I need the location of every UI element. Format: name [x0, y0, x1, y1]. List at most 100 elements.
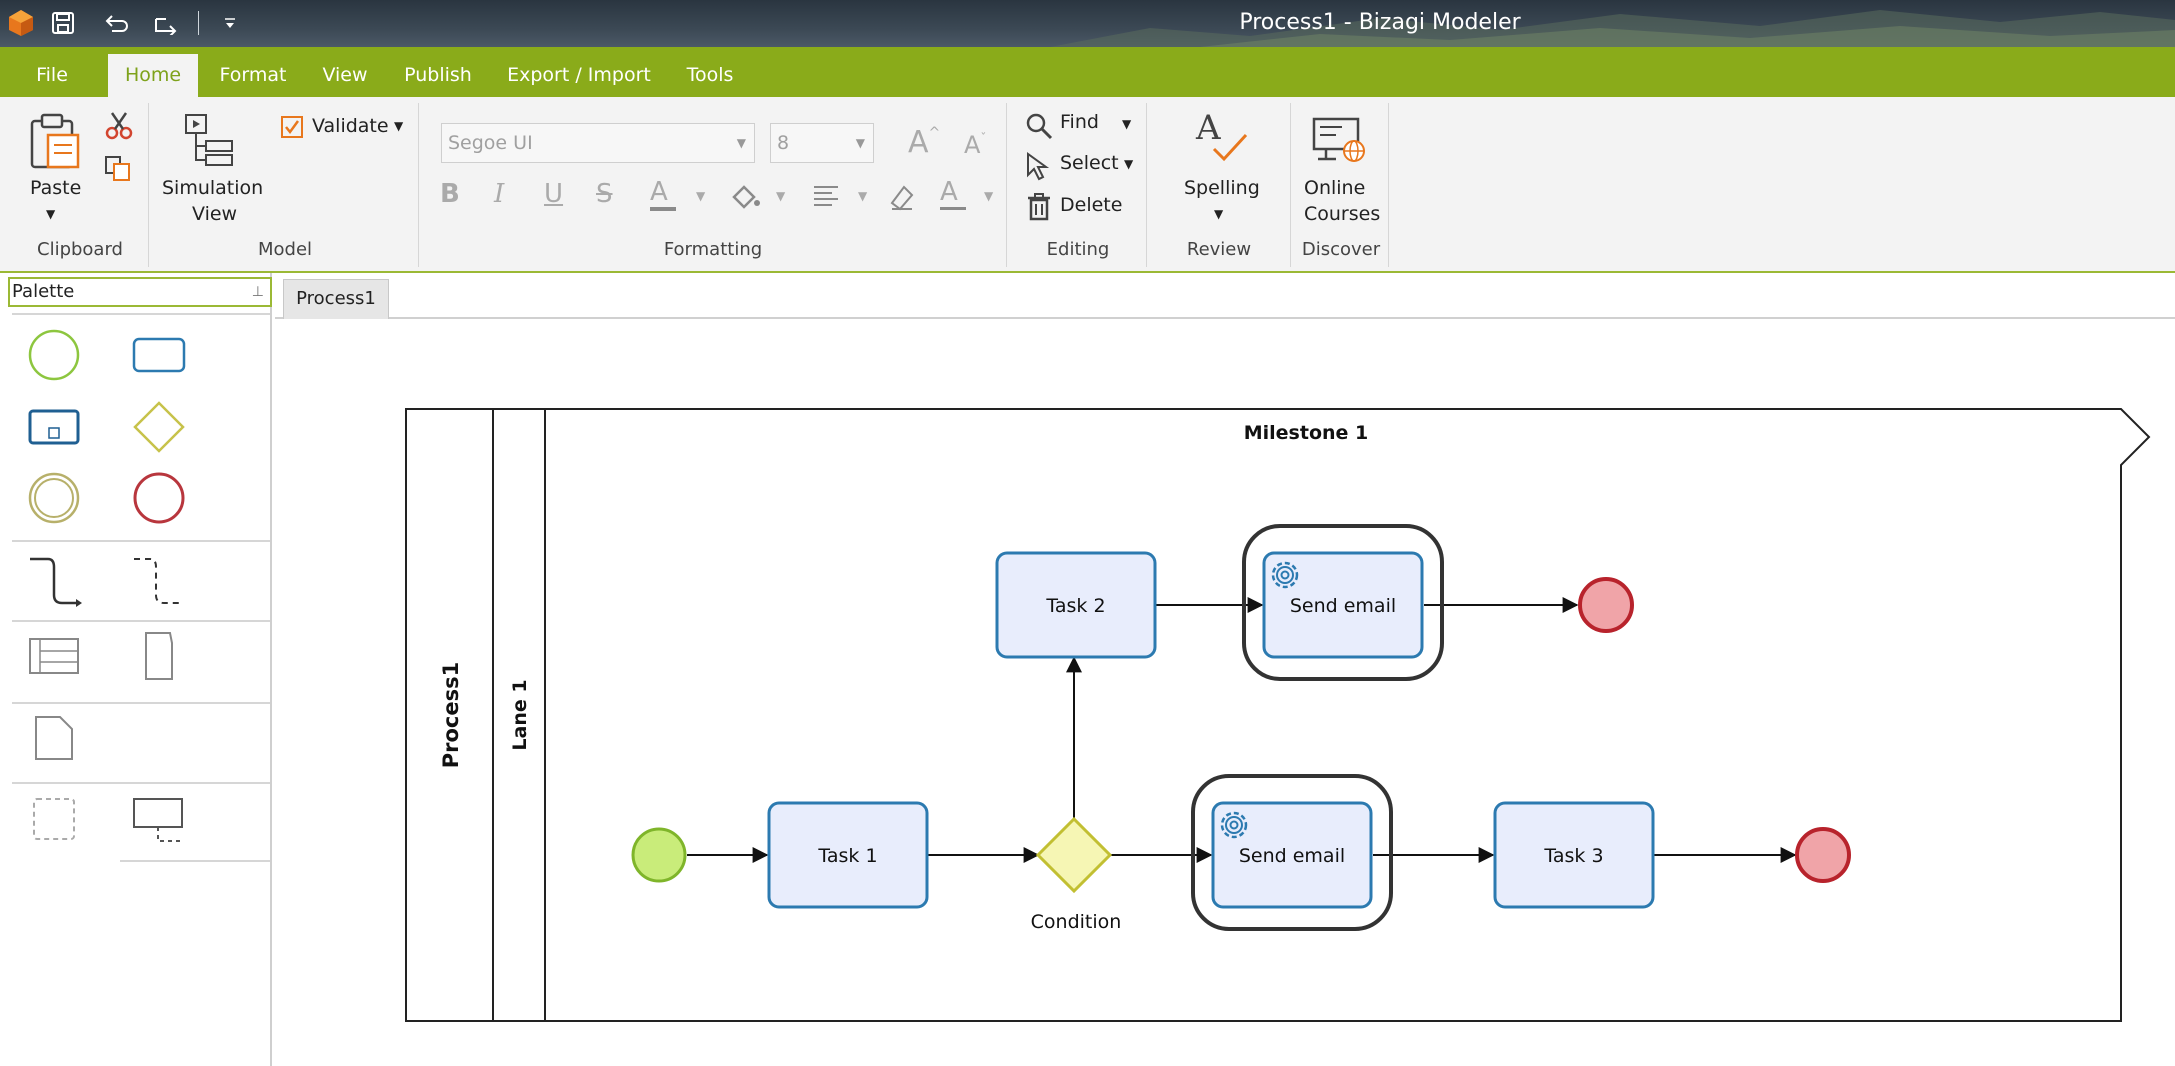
- task-3-label: Task 3: [1543, 845, 1603, 867]
- tab-publish[interactable]: Publish: [398, 54, 478, 97]
- tab-export-import[interactable]: Export / Import: [506, 54, 652, 97]
- task-1-label: Task 1: [817, 845, 877, 867]
- find-dropdown-icon[interactable]: ▼: [1122, 117, 1131, 131]
- task-shape[interactable]: [132, 337, 186, 373]
- simulation-view-icon[interactable]: [182, 111, 238, 171]
- save-icon[interactable]: [48, 8, 78, 38]
- palette-title: Palette: [12, 281, 75, 302]
- data-object-shape[interactable]: [35, 716, 73, 760]
- underline-icon[interactable]: U: [544, 179, 563, 209]
- chevron-down-icon[interactable]: ▼: [984, 189, 993, 203]
- select-button[interactable]: Select: [1060, 152, 1119, 174]
- cut-icon[interactable]: [104, 111, 134, 145]
- select-dropdown-icon[interactable]: ▼: [1124, 157, 1133, 171]
- clipboard-group-label: Clipboard: [37, 239, 123, 260]
- review-group-label: Review: [1186, 239, 1252, 260]
- task-1[interactable]: Task 1: [767, 801, 929, 909]
- undo-icon[interactable]: [100, 8, 132, 38]
- bold-icon[interactable]: B: [440, 179, 460, 209]
- copy-icon[interactable]: [104, 155, 132, 187]
- discover-group-label: Discover: [1301, 239, 1381, 260]
- simulation-view-button[interactable]: Simulation: [162, 177, 263, 199]
- online-courses-button[interactable]: Online: [1304, 177, 1365, 199]
- data-store-shape[interactable]: [145, 632, 173, 680]
- ribbon-tabs: File Home Format View Publish Export / I…: [0, 47, 2175, 97]
- subprocess-shape[interactable]: [28, 409, 80, 445]
- tab-tools[interactable]: Tools: [680, 54, 740, 97]
- customize-toolbar-icon[interactable]: [218, 8, 242, 38]
- sequence-flow-shape[interactable]: [30, 557, 82, 607]
- title-bar: Process1 - Bizagi Modeler: [0, 0, 2175, 47]
- svg-text:A: A: [1195, 109, 1221, 148]
- strikethrough-icon[interactable]: S: [596, 179, 613, 209]
- redo-icon[interactable]: [150, 8, 184, 38]
- spelling-button[interactable]: Spelling: [1184, 177, 1260, 199]
- font-size-select[interactable]: 8 ▼: [770, 123, 874, 163]
- tab-file[interactable]: File: [22, 54, 82, 97]
- send-email-bottom-label: Send email: [1239, 845, 1345, 867]
- end-event-shape[interactable]: [133, 472, 185, 524]
- ribbon-separator: [148, 103, 149, 267]
- find-icon[interactable]: [1024, 111, 1054, 145]
- delete-button[interactable]: Delete: [1060, 194, 1122, 216]
- pool-label: Process1: [439, 662, 463, 768]
- intermediate-event-shape[interactable]: [28, 472, 80, 524]
- formatting-group-label: Formatting: [663, 239, 763, 260]
- pool-shape[interactable]: [29, 638, 79, 674]
- association-shape[interactable]: [134, 558, 180, 604]
- select-icon[interactable]: [1024, 151, 1054, 185]
- ribbon: Paste ▼ Clipboard Simulation View Valida…: [0, 97, 2175, 273]
- text-style-icon[interactable]: A: [940, 177, 958, 207]
- clear-format-icon[interactable]: [886, 181, 916, 215]
- document-tab-process1[interactable]: Process1: [283, 279, 389, 319]
- gateway-shape[interactable]: [133, 401, 185, 453]
- chevron-down-icon[interactable]: ▼: [858, 189, 867, 203]
- validate-icon[interactable]: [280, 115, 304, 143]
- font-size-value: 8: [777, 132, 790, 154]
- chevron-down-icon[interactable]: ▼: [776, 189, 785, 203]
- start-event[interactable]: [631, 827, 687, 883]
- shrink-font-icon[interactable]: Aˇ: [964, 131, 986, 159]
- spelling-dropdown-icon[interactable]: ▼: [1214, 207, 1223, 221]
- paste-dropdown-icon[interactable]: ▼: [46, 207, 55, 221]
- spelling-icon[interactable]: A: [1194, 108, 1250, 169]
- grow-font-icon[interactable]: A^: [908, 125, 940, 160]
- online-courses-icon[interactable]: [1312, 117, 1366, 169]
- fill-color-icon[interactable]: [730, 181, 762, 217]
- send-email-top-label: Send email: [1290, 595, 1396, 617]
- editing-group-label: Editing: [1046, 239, 1110, 260]
- annotation-shape[interactable]: [133, 798, 183, 842]
- validate-dropdown-icon[interactable]: ▼: [394, 119, 403, 133]
- ribbon-separator: [1388, 103, 1389, 267]
- tab-format[interactable]: Format: [214, 54, 292, 97]
- task-2[interactable]: Task 2: [995, 551, 1157, 659]
- end-event-top[interactable]: [1578, 577, 1634, 633]
- simulation-view-label: View: [192, 203, 238, 225]
- lane-label: Lane 1: [509, 679, 531, 750]
- app-logo-icon: [6, 8, 36, 38]
- task-3[interactable]: Task 3: [1493, 801, 1655, 909]
- ribbon-separator: [418, 103, 419, 267]
- chevron-down-icon[interactable]: ▼: [696, 189, 705, 203]
- tab-home[interactable]: Home: [108, 54, 198, 97]
- start-event-shape[interactable]: [28, 329, 80, 381]
- paste-button[interactable]: Paste: [30, 177, 81, 199]
- validate-button[interactable]: Validate: [312, 115, 389, 137]
- chevron-down-icon: ▼: [855, 136, 865, 150]
- paste-icon[interactable]: [26, 111, 82, 175]
- font-color-icon[interactable]: A: [650, 177, 668, 207]
- find-button[interactable]: Find: [1060, 111, 1099, 133]
- delete-icon[interactable]: [1026, 193, 1052, 225]
- text-style-swatch: [940, 207, 966, 210]
- online-courses-label: Courses: [1304, 203, 1381, 225]
- tab-view[interactable]: View: [318, 54, 372, 97]
- end-event-bottom[interactable]: [1795, 827, 1851, 883]
- align-icon[interactable]: [812, 183, 840, 211]
- palette-header: Palette ⊥: [8, 277, 272, 307]
- group-shape[interactable]: [33, 798, 75, 840]
- diagram-canvas[interactable]: Process1 Lane 1 Milestone 1 Task 1 Condi…: [275, 319, 2175, 1066]
- model-group-label: Model: [257, 239, 313, 260]
- italic-icon[interactable]: I: [494, 179, 504, 209]
- pin-icon[interactable]: ⊥: [252, 279, 264, 305]
- font-family-select[interactable]: Segoe UI ▼: [441, 123, 755, 163]
